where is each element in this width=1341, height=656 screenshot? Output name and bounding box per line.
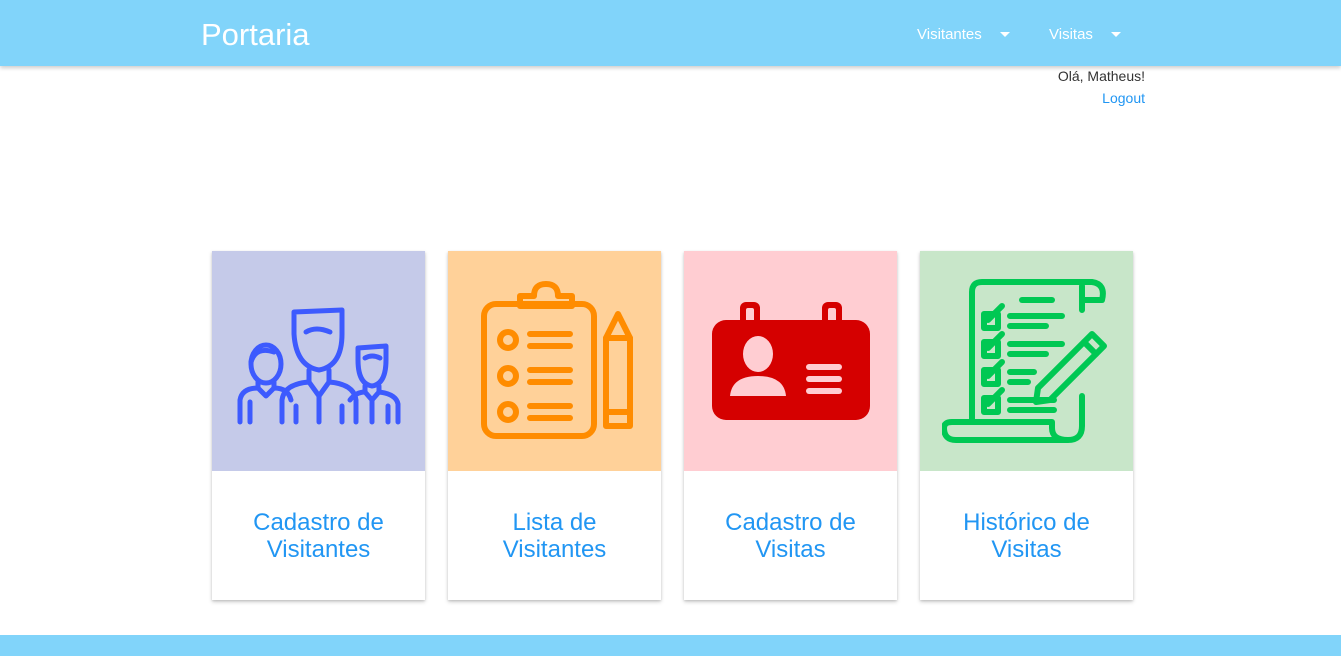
card-image — [212, 251, 425, 471]
menu-visitantes-label: Visitantes — [917, 25, 982, 43]
brand-logo[interactable]: Portaria — [201, 15, 310, 55]
menu-visitantes[interactable]: Visitantes — [917, 22, 1010, 46]
menu-visitas[interactable]: Visitas — [1049, 22, 1121, 46]
card-title[interactable]: Lista de Visitantes — [448, 471, 661, 600]
card-cadastro-visitas[interactable]: Cadastro de Visitas — [684, 251, 897, 600]
id-badge-icon — [711, 302, 870, 420]
card-historico-visitas[interactable]: Histórico de Visitas — [920, 251, 1133, 600]
card-image — [448, 251, 661, 471]
people-group-icon — [237, 307, 400, 425]
caret-down-icon — [1110, 31, 1121, 37]
top-navbar: Portaria Visitantes Visitas — [0, 0, 1341, 66]
clipboard-list-icon — [480, 281, 633, 439]
card-title[interactable]: Cadastro de Visitantes — [212, 471, 425, 600]
caret-down-icon — [999, 31, 1010, 37]
page-footer — [0, 635, 1341, 656]
card-title[interactable]: Cadastro de Visitas — [684, 471, 897, 600]
checklist-scroll-icon — [941, 279, 1107, 443]
user-greeting: Olá, Matheus! — [1057, 68, 1145, 84]
card-cadastro-visitantes[interactable]: Cadastro de Visitantes — [212, 251, 425, 600]
card-image — [684, 251, 897, 471]
menu-visitas-label: Visitas — [1049, 25, 1093, 43]
card-image — [920, 251, 1133, 471]
card-lista-visitantes[interactable]: Lista de Visitantes — [448, 251, 661, 600]
logout-link[interactable]: Logout — [1102, 90, 1145, 106]
card-title[interactable]: Histórico de Visitas — [920, 471, 1133, 600]
